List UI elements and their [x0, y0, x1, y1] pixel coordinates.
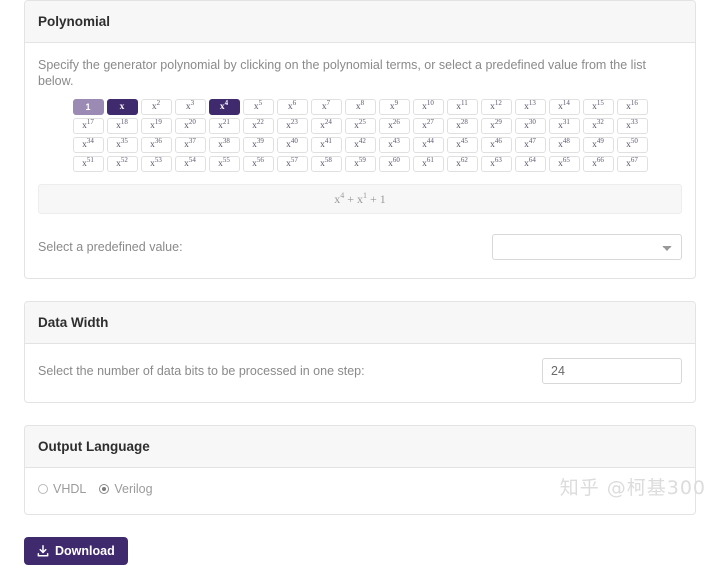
polynomial-term-x30[interactable]: x30 [514, 117, 546, 134]
polynomial-term-x[interactable]: x [106, 98, 138, 115]
polynomial-term-x66[interactable]: x66 [582, 155, 614, 172]
data-width-card: Data Width Select the number of data bit… [24, 300, 696, 403]
polynomial-term-x60[interactable]: x60 [378, 155, 410, 172]
polynomial-term-x3[interactable]: x3 [174, 98, 206, 115]
polynomial-term-x61[interactable]: x61 [412, 155, 444, 172]
output-language-option-label: Verilog [114, 481, 153, 496]
polynomial-term-x40[interactable]: x40 [276, 136, 308, 153]
polynomial-expression-display: x4 + x1 + 1 [38, 183, 682, 214]
polynomial-term-x26[interactable]: x26 [378, 117, 410, 134]
polynomial-term-x56[interactable]: x56 [242, 155, 274, 172]
polynomial-term-x20[interactable]: x20 [174, 117, 206, 134]
polynomial-term-x10[interactable]: x10 [412, 98, 444, 115]
data-width-card-title: Data Width [25, 301, 695, 344]
polynomial-term-x45[interactable]: x45 [446, 136, 478, 153]
polynomial-term-x55[interactable]: x55 [208, 155, 240, 172]
polynomial-term-x64[interactable]: x64 [514, 155, 546, 172]
polynomial-term-x8[interactable]: x8 [344, 98, 376, 115]
polynomial-term-x53[interactable]: x53 [140, 155, 172, 172]
polynomial-term-x65[interactable]: x65 [548, 155, 580, 172]
polynomial-term-x9[interactable]: x9 [378, 98, 410, 115]
polynomial-term-x2[interactable]: x2 [140, 98, 172, 115]
output-language-card: Output Language VHDL Verilog [24, 424, 696, 515]
polynomial-term-x22[interactable]: x22 [242, 117, 274, 134]
polynomial-term-x6[interactable]: x6 [276, 98, 308, 115]
watermark: 知乎 @柯基300 [559, 477, 706, 499]
download-icon [37, 544, 49, 557]
polynomial-term-x16[interactable]: x16 [616, 98, 648, 115]
data-width-label: Select the number of data bits to be pro… [38, 363, 365, 378]
polynomial-card-body: Specify the generator polynomial by clic… [25, 43, 695, 278]
polynomial-term-x58[interactable]: x58 [310, 155, 342, 172]
polynomial-term-x19[interactable]: x19 [140, 117, 172, 134]
output-language-option-label: VHDL [53, 481, 87, 496]
polynomial-term-x33[interactable]: x33 [616, 117, 648, 134]
polynomial-term-x31[interactable]: x31 [548, 117, 580, 134]
polynomial-term-x23[interactable]: x23 [276, 117, 308, 134]
polynomial-term-x25[interactable]: x25 [344, 117, 376, 134]
polynomial-term-x28[interactable]: x28 [446, 117, 478, 134]
polynomial-term-x37[interactable]: x37 [174, 136, 206, 153]
polynomial-term-x4[interactable]: x4 [208, 98, 240, 115]
polynomial-term-row: x17 x18 x19 x20 x21 x22 x23 x24 x25 x26 x27 x28 x29 x… [72, 117, 648, 134]
polynomial-term-row: 1 x x2 x3 x4 x5 x6 x7 x8 x9 x10 x11 x12 x13 x14 x15 x16 [72, 98, 648, 115]
data-width-input[interactable] [542, 357, 682, 384]
polynomial-term-x59[interactable]: x59 [344, 155, 376, 172]
polynomial-term-row: x34 x35 x36 x37 x38 x39 x40 x41 x42 x43 x44 x45 x46 x… [72, 136, 648, 153]
polynomial-term-x54[interactable]: x54 [174, 155, 206, 172]
polynomial-term-x49[interactable]: x49 [582, 136, 614, 153]
polynomial-term-x38[interactable]: x38 [208, 136, 240, 153]
polynomial-card: Polynomial Specify the generator polynom… [24, 0, 696, 279]
polynomial-term-x14[interactable]: x14 [548, 98, 580, 115]
data-width-card-body: Select the number of data bits to be pro… [25, 344, 695, 402]
polynomial-term-grid: 1 x x2 x3 x4 x5 x6 x7 x8 x9 x10 x11 x12 x13 x14 x15 x16 x… [38, 98, 682, 172]
predefined-value-row: Select a predefined value: [38, 233, 682, 260]
polynomial-term-x52[interactable]: x52 [106, 155, 138, 172]
download-button-label: Download [55, 543, 115, 558]
polynomial-term-x7[interactable]: x7 [310, 98, 342, 115]
polynomial-term-x50[interactable]: x50 [616, 136, 648, 153]
polynomial-term-x63[interactable]: x63 [480, 155, 512, 172]
polynomial-term-x13[interactable]: x13 [514, 98, 546, 115]
polynomial-term-x44[interactable]: x44 [412, 136, 444, 153]
polynomial-term-x46[interactable]: x46 [480, 136, 512, 153]
output-language-option-vhdl[interactable]: VHDL [38, 482, 86, 496]
polynomial-term-x35[interactable]: x35 [106, 136, 138, 153]
predefined-value-label: Select a predefined value: [38, 239, 183, 254]
polynomial-card-title: Polynomial [25, 1, 695, 43]
polynomial-term-x34[interactable]: x34 [72, 136, 104, 153]
polynomial-term-x57[interactable]: x57 [276, 155, 308, 172]
radio-icon [38, 483, 48, 494]
polynomial-term-x21[interactable]: x21 [208, 117, 240, 134]
polynomial-term-x48[interactable]: x48 [548, 136, 580, 153]
polynomial-term-x42[interactable]: x42 [344, 136, 376, 153]
polynomial-term-x32[interactable]: x32 [582, 117, 614, 134]
polynomial-term-x67[interactable]: x67 [616, 155, 648, 172]
polynomial-term-x15[interactable]: x15 [582, 98, 614, 115]
predefined-value-select[interactable] [492, 233, 682, 260]
polynomial-term-x24[interactable]: x24 [310, 117, 342, 134]
polynomial-term-x17[interactable]: x17 [72, 117, 104, 134]
polynomial-term-x36[interactable]: x36 [140, 136, 172, 153]
polynomial-term-x18[interactable]: x18 [106, 117, 138, 134]
polynomial-term-x5[interactable]: x5 [242, 98, 274, 115]
download-button[interactable]: Download [24, 536, 128, 565]
radio-icon [99, 483, 110, 494]
polynomial-term-x51[interactable]: x51 [72, 155, 104, 172]
polynomial-term-x43[interactable]: x43 [378, 136, 410, 153]
output-language-card-title: Output Language [25, 425, 695, 468]
polynomial-term-x41[interactable]: x41 [310, 136, 342, 153]
polynomial-term-x47[interactable]: x47 [514, 136, 546, 153]
data-width-row: Select the number of data bits to be pro… [38, 357, 682, 384]
output-language-option-verilog[interactable]: Verilog [99, 481, 153, 496]
polynomial-term-x11[interactable]: x11 [446, 98, 478, 115]
polynomial-term-1[interactable]: 1 [72, 98, 104, 115]
polynomial-term-x27[interactable]: x27 [412, 117, 444, 134]
polynomial-description: Specify the generator polynomial by clic… [38, 58, 646, 89]
polynomial-term-x29[interactable]: x29 [480, 117, 512, 134]
polynomial-term-x39[interactable]: x39 [242, 136, 274, 153]
polynomial-term-row: x51 x52 x53 x54 x55 x56 x57 x58 x59 x60 x61 x62 x63 x… [72, 155, 648, 172]
polynomial-term-x62[interactable]: x62 [446, 155, 478, 172]
polynomial-term-x12[interactable]: x12 [480, 98, 512, 115]
